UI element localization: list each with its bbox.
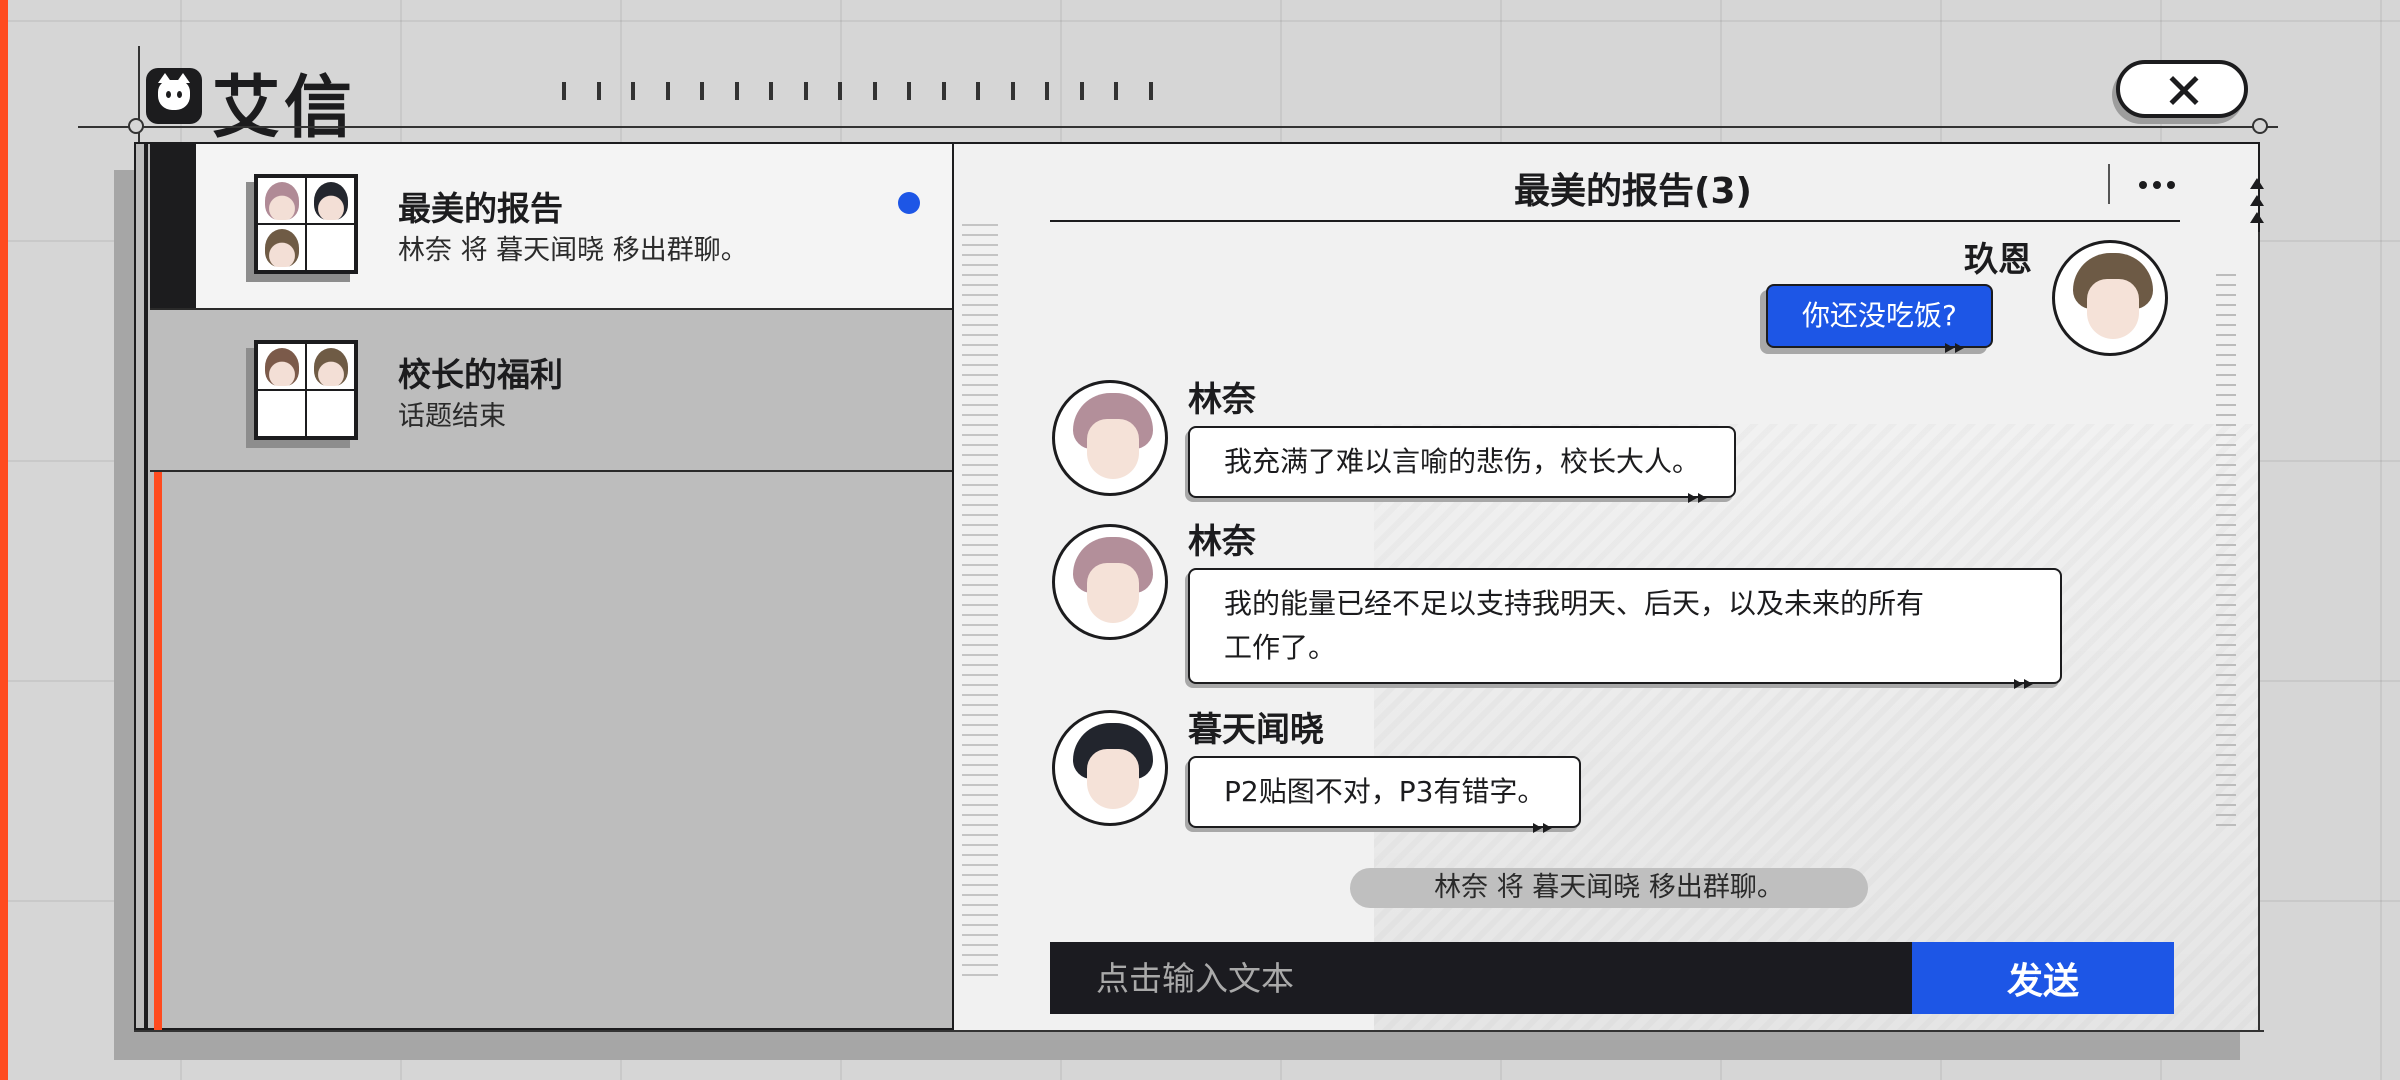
conversation-item[interactable]: 最美的报告 林奈 将 暮天闻晓 移出群聊。 (150, 144, 952, 308)
bubble-tail-icon (1527, 823, 1561, 833)
message-bubble: 你还没吃饭? (1766, 284, 1993, 353)
window-accent-line (144, 144, 148, 1030)
message-bubble: P2贴图不对，P3有错字。 (1188, 756, 1582, 833)
group-avatar (254, 174, 358, 274)
title-separator (2108, 164, 2110, 204)
ruler-decoration (2216, 274, 2236, 834)
message-text: P2贴图不对，P3有错字。 (1224, 775, 1546, 808)
frame-corner-ring (128, 118, 144, 134)
message-text: 我充满了难以言喻的悲伤，校长大人。 (1224, 445, 1701, 478)
left-edge-accent (0, 0, 8, 1080)
conversation-list: 最美的报告 林奈 将 暮天闻晓 移出群聊。 校长的福利 话题结束 (150, 144, 952, 1030)
bubble-tail-icon (1939, 343, 1973, 353)
app-title: 艾信 (212, 69, 357, 148)
bubble-tail-icon (2008, 679, 2042, 689)
bubble-tail-icon (1682, 493, 1716, 503)
conversation-name: 最美的报告 (398, 189, 563, 228)
group-avatar (254, 340, 358, 440)
conversation-preview: 林奈 将 暮天闻晓 移出群聊。 (398, 235, 748, 266)
frame-corner-ring (2252, 118, 2268, 134)
unread-indicator (898, 192, 920, 214)
chat-panel: 最美的报告(3) 玖恩 你还没吃饭? 林奈 我充满了难以言喻的悲伤，校长大人。 … (952, 144, 2258, 1030)
chat-title: 最美的报告(3) (1514, 171, 1752, 212)
avatar[interactable] (2052, 240, 2168, 356)
avatar[interactable] (1052, 710, 1168, 826)
conversation-name: 校长的福利 (398, 355, 563, 394)
message-bubble: 我充满了难以言喻的悲伤，校长大人。 (1188, 426, 1737, 503)
avatar[interactable] (1052, 380, 1168, 496)
sender-name: 玖恩 (1964, 240, 2032, 280)
message-text-line: 工作了。 (1224, 631, 1337, 664)
header-rule (78, 126, 2278, 128)
header-tick-marks (562, 82, 1153, 100)
conversation-preview: 话题结束 (398, 401, 506, 432)
sender-name: 林奈 (1188, 380, 1256, 420)
title-rule (1050, 220, 2180, 222)
message-text: 你还没吃饭? (1802, 299, 1957, 332)
system-notice: 林奈 将 暮天闻晓 移出群聊。 (1350, 868, 1868, 908)
sender-name: 暮天闻晓 (1188, 710, 1324, 750)
frame-line-right (2258, 232, 2260, 1032)
message-bubble: 我的能量已经不足以支持我明天、后天，以及未来的所有 工作了。 (1188, 568, 2062, 689)
sender-name: 林奈 (1188, 522, 1256, 562)
scroll-up-icon (2250, 178, 2264, 223)
close-button[interactable] (2116, 60, 2248, 118)
frame-line-bottom (134, 1030, 2264, 1032)
conversation-item[interactable]: 校长的福利 话题结束 (150, 308, 952, 472)
cat-icon (146, 68, 202, 124)
more-icon[interactable] (2134, 170, 2180, 200)
send-button[interactable]: 发送 (1912, 942, 2174, 1014)
composer-bar (1050, 942, 1912, 1014)
chat-background-art (1374, 424, 2258, 1030)
avatar[interactable] (1052, 524, 1168, 640)
message-text-line: 我的能量已经不足以支持我明天、后天，以及未来的所有 (1224, 587, 1925, 620)
ruler-decoration (962, 224, 998, 984)
chat-window: 最美的报告 林奈 将 暮天闻晓 移出群聊。 校长的福利 话题结束 最美的报告(3… (134, 142, 2260, 1030)
message-input[interactable] (1096, 942, 1896, 1014)
